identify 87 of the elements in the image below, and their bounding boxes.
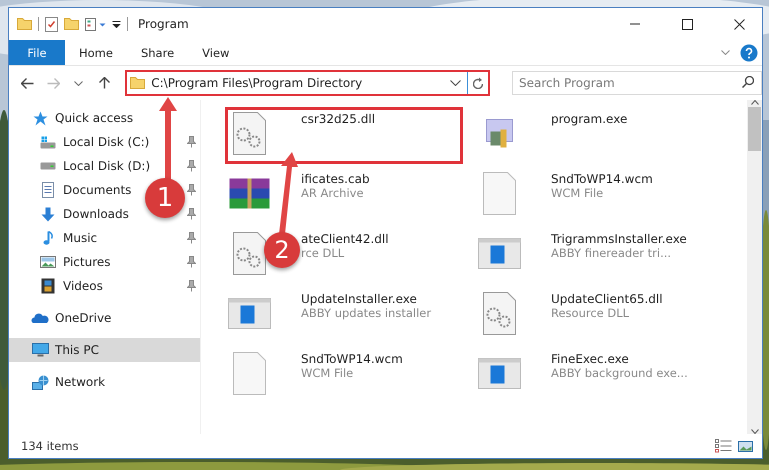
installer-icon[interactable] (478, 358, 520, 388)
down-arrow-icon (41, 206, 55, 222)
maximize-icon (682, 18, 692, 30)
nav-item[interactable]: This PC (9, 338, 200, 362)
folder-icon (130, 77, 146, 89)
gear-file-icon[interactable] (232, 232, 266, 274)
cloud-icon (31, 312, 49, 324)
list-icon (714, 439, 732, 453)
pin-icon[interactable] (187, 280, 196, 292)
file-name[interactable]: FineExec.exe (551, 352, 688, 366)
gear-file-icon[interactable] (232, 112, 266, 154)
film-icon (41, 278, 55, 294)
file-name[interactable]: ificates.cab (301, 172, 370, 186)
installer-icon[interactable] (228, 298, 270, 328)
folder-icon[interactable] (17, 18, 32, 30)
ribbon-tab[interactable]: View (188, 40, 244, 65)
scrollbar[interactable] (747, 100, 762, 434)
pin-icon[interactable] (187, 136, 196, 148)
close-icon (734, 18, 744, 30)
address-path: C:\Program Files\Program Directory (151, 76, 364, 90)
file-name[interactable]: SndToWP14.wcm (301, 352, 403, 366)
nav-item[interactable]: Music (9, 226, 102, 250)
nav-item[interactable]: Pictures (9, 250, 115, 274)
nav-item[interactable]: Local Disk (D:) (9, 154, 154, 178)
drive-icon (40, 162, 56, 170)
file-name[interactable]: csr32d25.dll (301, 112, 376, 126)
ribbon-tab[interactable]: Share (126, 40, 188, 65)
nav-item[interactable]: OneDrive (9, 306, 116, 330)
gear-file-icon[interactable] (482, 292, 516, 334)
pin-icon[interactable] (187, 232, 196, 244)
item-count: 134 items (21, 439, 80, 453)
address-bar[interactable]: C:\Program Files\Program Directory (125, 70, 490, 96)
left-arrow-icon (21, 78, 34, 88)
scroll-thumb[interactable] (748, 107, 761, 151)
nav-item[interactable]: Local Disk (C:) (9, 130, 154, 154)
folder-icon[interactable] (64, 18, 79, 30)
search-icon[interactable] (742, 76, 754, 88)
file-name[interactable]: ateClient42.dll (301, 232, 389, 246)
dropdown-icon[interactable] (112, 20, 121, 28)
music-note-icon (43, 230, 53, 246)
help-icon[interactable] (740, 44, 758, 62)
drive-icon (40, 136, 56, 148)
up-caret-icon[interactable] (750, 100, 758, 105)
file-type: ABBY background exe... (551, 366, 688, 380)
checklist-icon[interactable] (45, 16, 58, 32)
star-icon (32, 110, 48, 126)
pin-icon[interactable] (187, 160, 196, 172)
ribbon-tab[interactable]: File (9, 40, 65, 65)
window-title: Program (138, 17, 189, 31)
document-icon (42, 182, 54, 198)
program-icon[interactable] (486, 118, 512, 148)
up-arrow-icon (98, 77, 110, 89)
monitor-icon (32, 343, 48, 357)
file-name[interactable]: SndToWP14.wcm (551, 172, 653, 186)
file-name[interactable]: TrigrammsInstaller.exe (551, 232, 687, 246)
nav-item[interactable]: Network (9, 370, 110, 394)
file-name[interactable]: UpdateInstaller.exe (301, 292, 432, 306)
refresh-icon (473, 76, 483, 89)
chevron-icon (74, 80, 84, 86)
file-type: AR Archive (301, 186, 365, 200)
network-icon (32, 374, 48, 390)
nav-item[interactable]: Documents (9, 178, 136, 202)
picture-icon (40, 256, 56, 268)
nav-item[interactable]: Downloads (9, 202, 133, 226)
pin-icon[interactable] (187, 184, 196, 196)
chevron-icon[interactable] (450, 80, 461, 86)
file-type: ABBY finereader tri... (551, 246, 672, 260)
ribbon-tab[interactable]: Home (65, 40, 127, 65)
search-field[interactable]: Search Program (512, 71, 762, 95)
file-name[interactable]: program.exe (551, 112, 628, 126)
file-type: WCM File (551, 186, 604, 200)
nav-item[interactable]: Quick access (9, 106, 138, 130)
right-arrow-icon (46, 78, 60, 88)
file-name[interactable]: UpdateClient65.dll (551, 292, 663, 306)
properties-icon[interactable] (85, 18, 106, 30)
file-type: ABBY updates installer (301, 306, 432, 320)
file-type: Resource DLL (551, 306, 630, 320)
pin-icon[interactable] (187, 208, 196, 220)
file-type: WCM File (301, 366, 354, 380)
nav-item[interactable]: Videos (9, 274, 107, 298)
picture-icon (738, 440, 752, 452)
details-view-button[interactable] (712, 437, 734, 455)
archive-icon[interactable] (228, 178, 270, 208)
down-caret-icon[interactable] (750, 429, 758, 434)
file-type: rce DLL (301, 246, 346, 260)
installer-icon[interactable] (478, 238, 520, 268)
pin-icon[interactable] (187, 256, 196, 268)
